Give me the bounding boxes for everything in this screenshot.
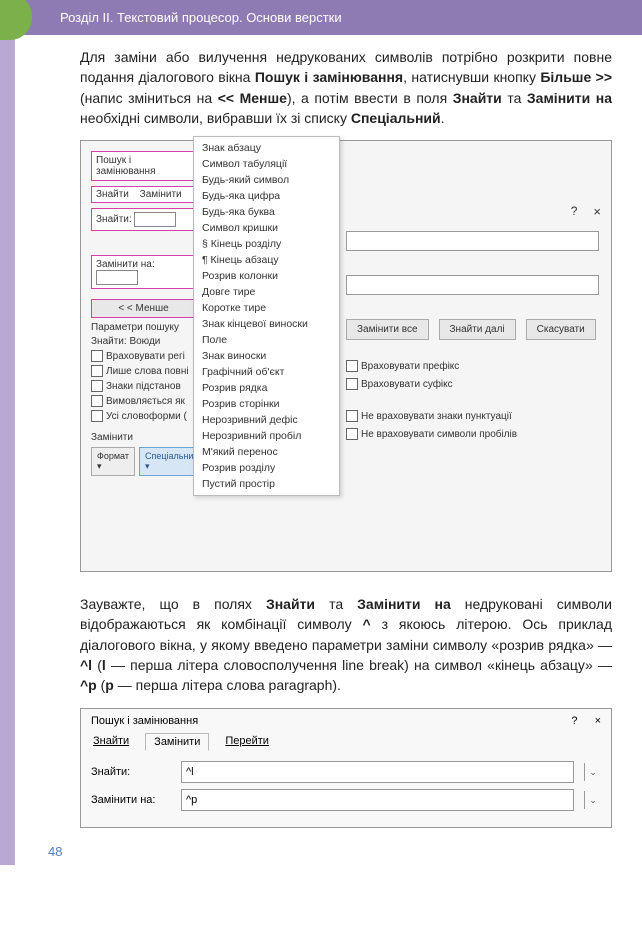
chk-ignore-whitespace[interactable]: Не враховувати символи пробілів bbox=[346, 428, 599, 440]
special-list-item[interactable]: Нерозривний пробіл bbox=[194, 428, 339, 444]
chapter-header: Розділ II. Текстовий процесор. Основи ве… bbox=[0, 0, 642, 35]
page-number: 48 bbox=[0, 838, 642, 865]
special-list-item[interactable]: М'який перенос bbox=[194, 444, 339, 460]
find-replace-dialog-expanded: ? × Пошук і замінювання Знайти Замінити … bbox=[80, 140, 612, 572]
find-field-highlight: Знайти: bbox=[91, 208, 196, 231]
special-list-item[interactable]: Коротке тире bbox=[194, 300, 339, 316]
less-button[interactable]: < < Менше bbox=[91, 299, 196, 318]
page-left-margin bbox=[0, 0, 15, 865]
special-list-item[interactable]: Довге тире bbox=[194, 284, 339, 300]
special-list-item[interactable]: Графічний об'єкт bbox=[194, 364, 339, 380]
special-list-item[interactable]: Поле bbox=[194, 332, 339, 348]
tab-goto[interactable]: Перейти bbox=[223, 733, 271, 751]
search-params-label: Параметри пошуку bbox=[91, 322, 196, 333]
dialog2-title: Пошук і замінювання bbox=[91, 715, 198, 727]
find-input[interactable]: ^l bbox=[181, 761, 574, 783]
special-list-item[interactable]: Знак абзацу bbox=[194, 140, 339, 156]
chk-match-suffix[interactable]: Враховувати суфікс bbox=[346, 378, 599, 390]
special-list-item[interactable]: Пустий простір bbox=[194, 476, 339, 492]
find-field-wide[interactable] bbox=[346, 231, 599, 251]
replace-all-button[interactable]: Замінити все bbox=[346, 319, 429, 340]
replace-input[interactable]: ^p bbox=[181, 789, 574, 811]
chk-ignore-punct[interactable]: Не враховувати знаки пунктуації bbox=[346, 410, 599, 422]
special-list-item[interactable]: Розрив колонки bbox=[194, 268, 339, 284]
replace-input[interactable] bbox=[96, 270, 138, 285]
chk-sounds-like[interactable]: Вимовляється як bbox=[91, 395, 196, 407]
special-list-item[interactable]: Будь-який символ bbox=[194, 172, 339, 188]
search-direction-row: Знайти: Воюди bbox=[91, 336, 196, 347]
tab-find[interactable]: Знайти bbox=[91, 733, 131, 751]
find-label: Знайти: bbox=[91, 766, 171, 778]
special-list-item[interactable]: Розрив розділу bbox=[194, 460, 339, 476]
chk-match-case[interactable]: Враховувати регі bbox=[91, 350, 196, 362]
tab-replace[interactable]: Замінити bbox=[145, 733, 209, 751]
chk-word-forms[interactable]: Усі словоформи ( bbox=[91, 410, 196, 422]
tab-find[interactable]: Знайти bbox=[96, 189, 129, 200]
special-list-item[interactable]: Будь-яка буква bbox=[194, 204, 339, 220]
paragraph-1: Для заміни або вилучення недрукованих си… bbox=[0, 35, 642, 136]
replace-label: Замінити на: bbox=[91, 794, 171, 806]
special-list-item[interactable]: Будь-яка цифра bbox=[194, 188, 339, 204]
find-next-button[interactable]: Знайти далі bbox=[439, 319, 516, 340]
tab-replace[interactable]: Замінити bbox=[140, 189, 182, 200]
format-button[interactable]: Формат ▾ bbox=[91, 447, 135, 476]
chk-wildcards[interactable]: Знаки підстанов bbox=[91, 380, 196, 392]
header-tab-decoration bbox=[0, 0, 32, 40]
help-icon[interactable]: ? bbox=[571, 715, 577, 727]
special-list-item[interactable]: Розрив сторінки bbox=[194, 396, 339, 412]
special-list-item[interactable]: § Кінець розділу bbox=[194, 236, 339, 252]
special-list-item[interactable]: Знак виноски bbox=[194, 348, 339, 364]
chk-match-prefix[interactable]: Враховувати префікс bbox=[346, 360, 599, 372]
chapter-title: Розділ II. Текстовий процесор. Основи ве… bbox=[60, 10, 342, 25]
special-list-item[interactable]: Нерозривний дефіс bbox=[194, 412, 339, 428]
replace-section-label: Замінити bbox=[91, 432, 196, 443]
special-list-item[interactable]: Символ табуляції bbox=[194, 156, 339, 172]
chevron-down-icon[interactable]: ⌄ bbox=[584, 763, 601, 781]
special-list-item[interactable]: ¶ Кінець абзацу bbox=[194, 252, 339, 268]
replace-field-highlight: Замінити на: bbox=[91, 255, 196, 289]
replace-field-wide[interactable] bbox=[346, 275, 599, 295]
close-icon[interactable]: × bbox=[595, 715, 601, 727]
close-icon[interactable]: × bbox=[593, 204, 601, 219]
special-list-item[interactable]: Знак кінцевої виноски bbox=[194, 316, 339, 332]
help-icon[interactable]: ? bbox=[571, 204, 578, 219]
special-characters-dropdown: Знак абзацуСимвол табуляціїБудь-який сим… bbox=[193, 136, 340, 496]
dialog-title: Пошук і замінювання bbox=[91, 151, 196, 181]
dialog-tabs: Знайти Замінити bbox=[91, 186, 196, 203]
cancel-button[interactable]: Скасувати bbox=[526, 319, 596, 340]
find-replace-dialog-example: Пошук і замінювання ? × Знайти Замінити … bbox=[80, 708, 612, 828]
paragraph-2: Зауважте, що в полях Знайти та Замінити … bbox=[0, 582, 642, 703]
special-list-item[interactable]: Розрив рядка bbox=[194, 380, 339, 396]
special-list-item[interactable]: Символ кришки bbox=[194, 220, 339, 236]
find-input[interactable] bbox=[134, 212, 176, 227]
chevron-down-icon[interactable]: ⌄ bbox=[584, 791, 601, 809]
chk-whole-words[interactable]: Лише слова повні bbox=[91, 365, 196, 377]
